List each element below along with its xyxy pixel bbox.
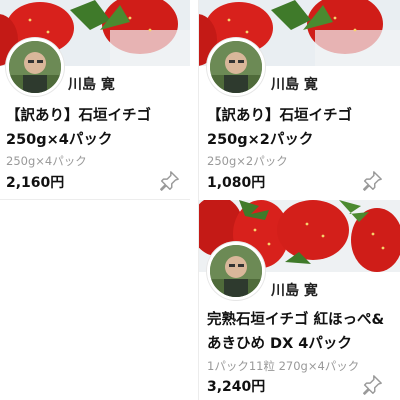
- product-grid: { "colors": { "photo_bg": "#e9eef2", "st…: [0, 0, 400, 400]
- pin-icon[interactable]: [361, 170, 383, 192]
- product-price: 2,160円: [6, 175, 65, 191]
- product-title-line: 【訳あり】石垣イチゴ: [6, 108, 151, 124]
- product-title-line: 完熟石垣イチゴ 紅ほっぺ&: [207, 312, 385, 328]
- product-title[interactable]: 完熟石垣イチゴ 紅ほっぺ& あきひめ DX 4パック: [207, 308, 384, 356]
- seller-name[interactable]: 川島 寛: [271, 74, 318, 94]
- seller-avatar[interactable]: [207, 242, 265, 300]
- seller-avatar[interactable]: [6, 38, 64, 96]
- product-price: 3,240円: [207, 379, 266, 395]
- product-description: 1パック11粒 270g×4パック: [207, 359, 360, 373]
- product-title-line: あきひめ DX 4パック: [207, 336, 352, 352]
- row-divider: [0, 199, 190, 200]
- product-price: 1,080円: [207, 175, 266, 191]
- product-title-line: 250g×2パック: [207, 132, 314, 148]
- seller-name[interactable]: 川島 寛: [271, 280, 318, 300]
- product-card[interactable]: 川島 寛 【訳あり】石垣イチゴ 250g×2パック 250g×2パック 1,08…: [198, 0, 400, 200]
- product-title-line: 250g×4パック: [6, 132, 113, 148]
- product-title[interactable]: 【訳あり】石垣イチゴ 250g×2パック: [207, 104, 352, 152]
- product-description: 250g×4パック: [6, 154, 87, 168]
- product-title[interactable]: 【訳あり】石垣イチゴ 250g×4パック: [6, 104, 151, 152]
- product-card[interactable]: 川島 寛 【訳あり】石垣イチゴ 250g×4パック 250g×4パック 2,16…: [0, 0, 190, 200]
- seller-name[interactable]: 川島 寛: [68, 74, 115, 94]
- product-description: 250g×2パック: [207, 154, 288, 168]
- product-card[interactable]: 川島 寛 完熟石垣イチゴ 紅ほっぺ& あきひめ DX 4パック 1パック11粒 …: [198, 200, 400, 400]
- seller-avatar[interactable]: [207, 38, 265, 96]
- pin-icon[interactable]: [158, 170, 180, 192]
- product-title-line: 【訳あり】石垣イチゴ: [207, 108, 352, 124]
- pin-icon[interactable]: [361, 374, 383, 396]
